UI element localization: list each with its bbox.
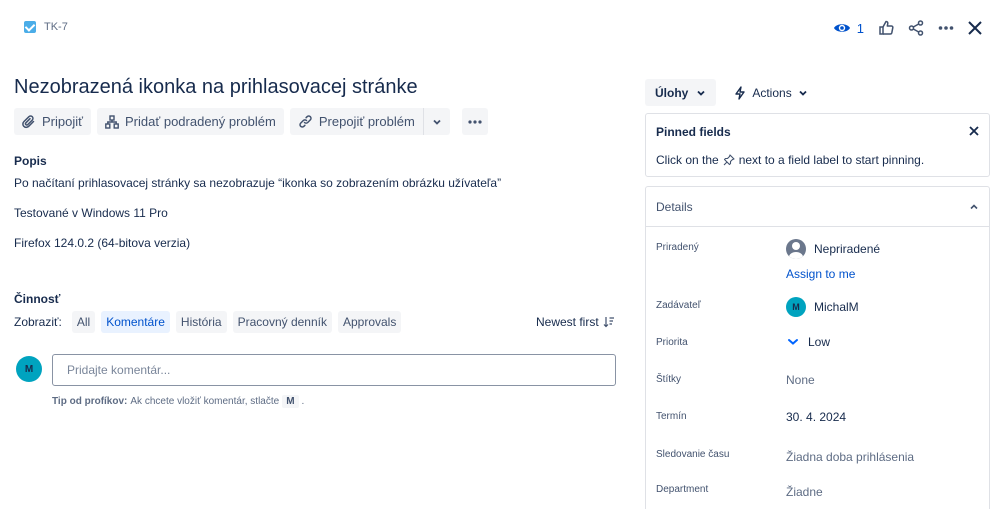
- add-subtask-label: Pridať podradený problém: [125, 114, 276, 129]
- issue-actions: 1: [823, 16, 982, 40]
- task-type-icon: [24, 21, 36, 33]
- shortcut-key: M: [282, 395, 299, 408]
- priority-text: Low: [808, 335, 831, 349]
- description-heading: Popis: [14, 154, 47, 168]
- paperclip-icon: [22, 114, 35, 128]
- filter-comments[interactable]: Komentáre: [101, 311, 170, 333]
- details-title: Details: [656, 199, 693, 214]
- thumbs-up-icon: [879, 20, 894, 35]
- pinned-hint-before: Click on the: [656, 153, 719, 167]
- assignee-label: Priradený: [656, 242, 699, 253]
- vote-button[interactable]: [878, 16, 894, 40]
- close-icon: [969, 126, 979, 136]
- filter-worklog[interactable]: Pracovný denník: [232, 311, 332, 333]
- status-dropdown[interactable]: Úlohy: [645, 79, 717, 106]
- issue-toolbar: Pripojiť Pridať podradený problém Prepoj…: [14, 108, 488, 135]
- details-header[interactable]: Details: [646, 187, 989, 227]
- actions-dropdown[interactable]: Actions: [730, 79, 811, 106]
- issue-key-link[interactable]: TK-7: [44, 21, 68, 33]
- tip-text: Ak chcete vložiť komentár, stlačte: [130, 396, 280, 407]
- actions-label: Actions: [752, 85, 792, 100]
- labels-label: Štítky: [656, 374, 682, 385]
- filter-all[interactable]: All: [71, 311, 96, 333]
- department-value[interactable]: Žiadne: [786, 485, 823, 499]
- chevron-up-icon: [970, 203, 978, 209]
- link-icon: [299, 115, 312, 128]
- labels-value[interactable]: None: [786, 373, 815, 387]
- time-tracking-value[interactable]: Žiadna doba prihlásenia: [786, 450, 914, 464]
- unassigned-avatar-icon: [786, 239, 806, 259]
- link-issue-dropdown[interactable]: [423, 108, 450, 135]
- assignee-value[interactable]: Nepriradené: [786, 239, 880, 259]
- activity-heading: Činnosť: [14, 292, 61, 306]
- assignee-text: Nepriradené: [814, 242, 881, 256]
- lightning-icon: [735, 85, 746, 100]
- pin-icon: [723, 154, 735, 166]
- link-issue-split-button: Prepojiť problém: [289, 108, 450, 135]
- eye-icon: [833, 24, 850, 32]
- share-icon: [908, 20, 924, 36]
- time-tracking-label: Sledovanie času: [656, 449, 730, 460]
- attach-button[interactable]: Pripojiť: [14, 108, 91, 135]
- comment-placeholder: Pridajte komentár...: [67, 363, 171, 377]
- issue-title[interactable]: Nezobrazená ikonka na prihlasovacej strá…: [14, 76, 418, 99]
- more-icon: [938, 26, 954, 30]
- description-line[interactable]: Po načítaní prihlasovacej stránky sa nez…: [14, 176, 501, 190]
- link-issue-label: Prepojiť problém: [318, 114, 415, 129]
- comment-input[interactable]: Pridajte komentár...: [52, 354, 616, 386]
- pinned-close-button[interactable]: [969, 124, 979, 139]
- priority-label: Priorita: [656, 337, 688, 348]
- chevron-down-icon: [697, 90, 705, 96]
- breadcrumb: TK-7: [24, 21, 68, 33]
- due-date-label: Termín: [656, 411, 687, 422]
- chevron-down-icon: [799, 90, 807, 96]
- current-user-avatar: M: [16, 356, 42, 382]
- more-actions-button[interactable]: [938, 16, 954, 40]
- activity-filter-bar: Zobraziť: All Komentáre História Pracovn…: [14, 311, 402, 333]
- toolbar-more-button[interactable]: [461, 108, 488, 135]
- close-icon: [968, 21, 982, 35]
- description-line[interactable]: Testované v Windows 11 Pro: [14, 206, 168, 220]
- pinned-fields-hint: Click on the next to a field label to st…: [656, 153, 924, 167]
- tip-end: .: [301, 396, 305, 407]
- close-button[interactable]: [968, 16, 982, 40]
- tip-label: Tip od profíkov:: [52, 396, 128, 407]
- more-icon: [468, 119, 482, 124]
- reporter-value[interactable]: M MichalM: [786, 297, 859, 317]
- link-issue-button[interactable]: Prepojiť problém: [289, 108, 423, 135]
- chevron-down-icon: [433, 119, 441, 125]
- show-label: Zobraziť:: [14, 315, 62, 329]
- sort-label: Newest first: [536, 315, 599, 329]
- description-line[interactable]: Firefox 124.0.2 (64-bitova verzia): [14, 236, 190, 250]
- pinned-fields-panel: Pinned fields Click on the next to a fie…: [645, 113, 990, 177]
- share-button[interactable]: [908, 16, 924, 40]
- watch-count: 1: [856, 20, 864, 36]
- sort-order-button[interactable]: Newest first: [536, 315, 615, 329]
- status-label: Úlohy: [655, 85, 689, 100]
- sort-icon: [603, 317, 614, 328]
- pinned-fields-title: Pinned fields: [656, 125, 731, 139]
- filter-approvals[interactable]: Approvals: [337, 311, 402, 333]
- subtask-icon: [105, 114, 119, 129]
- assign-to-me-link[interactable]: Assign to me: [786, 267, 855, 281]
- filter-history[interactable]: História: [175, 311, 227, 333]
- due-date-value[interactable]: 30. 4. 2024: [786, 410, 846, 424]
- reporter-text: MichalM: [814, 300, 859, 314]
- watch-button[interactable]: 1: [833, 16, 864, 40]
- status-actions-row: Úlohy Actions: [645, 79, 812, 106]
- issue-header-bar: TK-7 1: [0, 0, 1004, 56]
- avatar-initial: M: [24, 363, 34, 375]
- pro-tip: Tip od profíkov: Ak chcete vložiť koment…: [52, 395, 304, 408]
- add-subtask-button[interactable]: Pridať podradený problém: [97, 108, 284, 135]
- attach-label: Pripojiť: [42, 114, 83, 129]
- pinned-hint-after: next to a field label to start pinning.: [738, 153, 925, 167]
- reporter-initial: M: [792, 302, 800, 312]
- reporter-label: Zadávateľ: [656, 300, 701, 311]
- priority-value[interactable]: Low: [786, 335, 830, 349]
- reporter-avatar: M: [786, 297, 806, 317]
- department-label: Department: [656, 484, 709, 495]
- priority-low-icon: [788, 339, 798, 345]
- details-panel: Details Priradený Nepriradené Assign to …: [645, 186, 990, 509]
